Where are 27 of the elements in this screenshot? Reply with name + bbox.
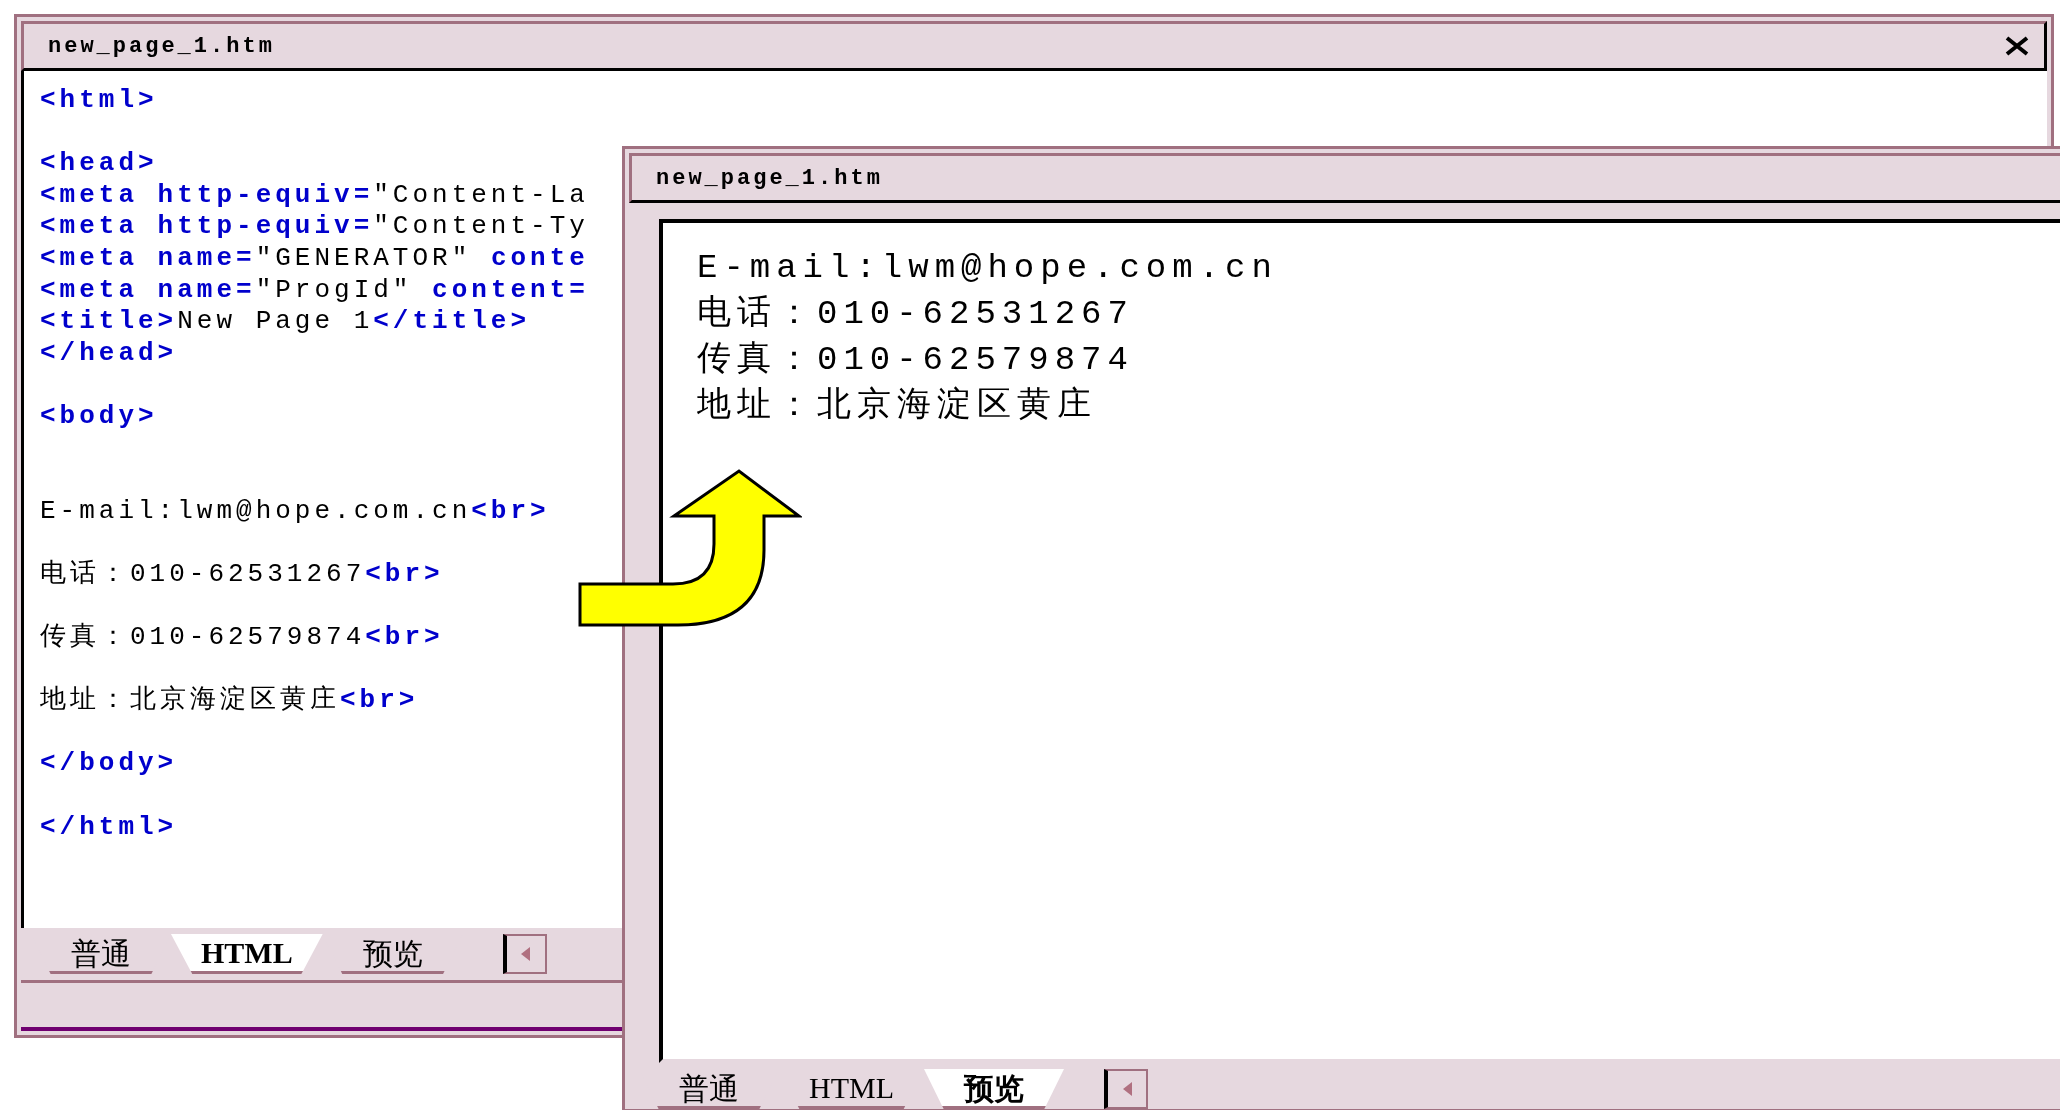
code-line: <meta name="GENERATOR" conte — [40, 242, 589, 275]
code-line: <meta name="ProgId" content= — [40, 274, 589, 307]
preview-text: 电话：010-62531267 — [697, 294, 1134, 335]
scroll-left-button[interactable] — [502, 934, 547, 974]
code-line: 电话：010-62531267<br> — [40, 558, 444, 591]
code-line: </head> — [40, 337, 178, 370]
code-line: </body> — [40, 748, 178, 781]
close-icon[interactable] — [2004, 36, 2030, 56]
preview-text: 地址：北京海淀区黄庄 — [697, 385, 1097, 427]
code-line: <title>New Page 1</title> — [40, 306, 531, 338]
code-line: 地址：北京海淀区黄庄<br> — [40, 685, 419, 717]
code-line: </html> — [40, 811, 178, 844]
preview-text: E-mail:lwm@hope.com.cn — [697, 248, 1278, 289]
preview-text: 传真：010-62579874 — [697, 340, 1134, 381]
code-line: <body> — [40, 400, 158, 433]
view-tab[interactable]: 预览 — [924, 1069, 1064, 1109]
code-line: E-mail:lwm@hope.com.cn<br> — [40, 495, 550, 528]
scroll-left-button[interactable] — [1104, 1069, 1148, 1109]
window-title: new_page_1.htm — [656, 165, 883, 191]
code-line: <html> — [40, 85, 158, 117]
view-tab[interactable]: HTML — [171, 934, 323, 974]
code-line: <head> — [40, 148, 158, 180]
code-editor[interactable] — [21, 71, 642, 928]
code-line: <meta http-equiv="Content-La — [40, 179, 589, 212]
code-line: 传真：010-62579874<br> — [40, 622, 444, 654]
window-title: new_page_1.htm — [48, 33, 275, 59]
code-line: <meta http-equiv="Content-Ty — [40, 211, 589, 243]
